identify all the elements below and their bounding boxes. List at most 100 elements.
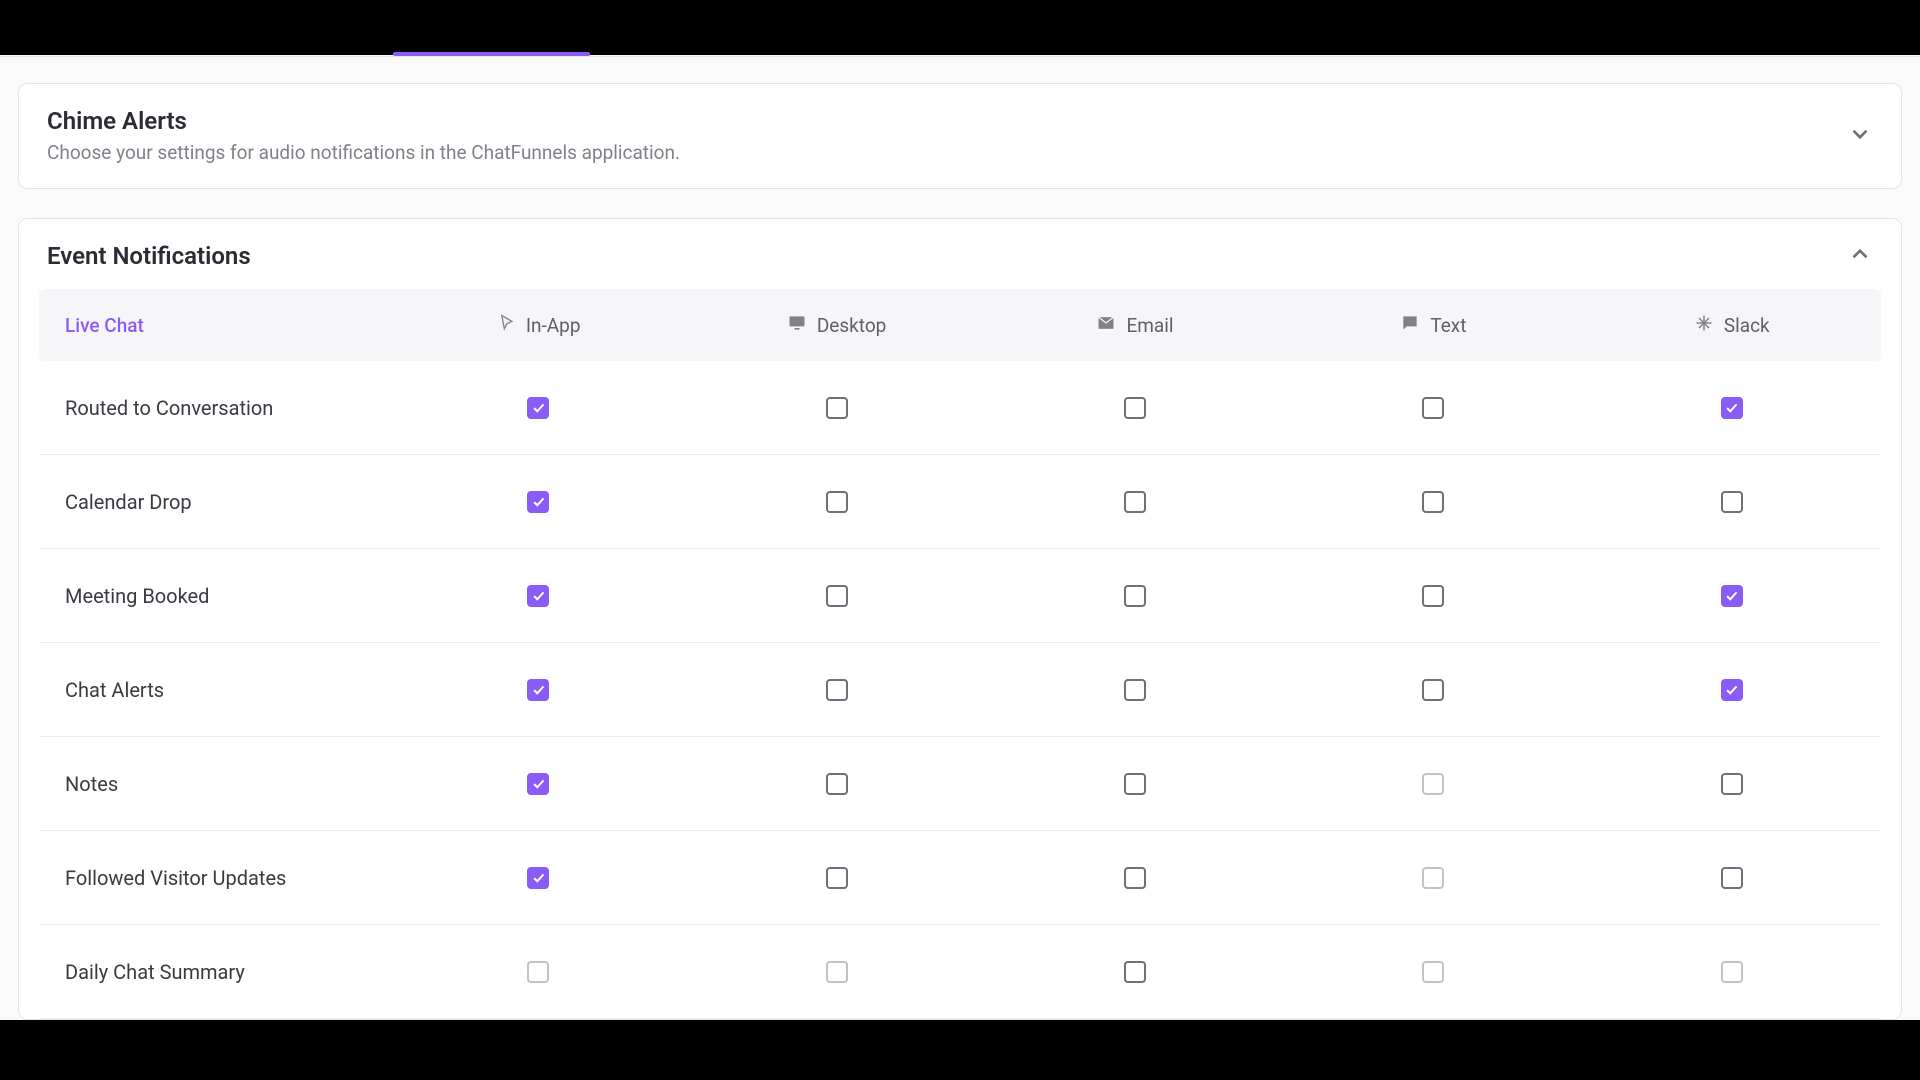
checkbox-inapp: [527, 961, 549, 983]
column-head-label: Slack: [1724, 314, 1770, 337]
checkbox-desktop[interactable]: [826, 491, 848, 513]
checkbox-email[interactable]: [1124, 961, 1146, 983]
checkbox-slack[interactable]: [1721, 585, 1743, 607]
checkbox-cell: [986, 679, 1284, 701]
table-row: Meeting Booked: [39, 549, 1881, 643]
checkbox-slack[interactable]: [1721, 679, 1743, 701]
checkbox-cell: [687, 773, 985, 795]
checkbox-desktop[interactable]: [826, 773, 848, 795]
checkbox-slack[interactable]: [1721, 867, 1743, 889]
event-notifications-card: Event Notifications Live Chat In-App: [18, 218, 1902, 1020]
checkbox-cell: [986, 491, 1284, 513]
chevron-down-icon[interactable]: [1847, 121, 1873, 151]
column-head-label: Desktop: [817, 314, 887, 337]
checkbox-cell: [1284, 679, 1582, 701]
checkbox-cell: [1583, 585, 1881, 607]
chat-icon: [1400, 313, 1420, 338]
checkbox-cell: [389, 679, 687, 701]
checkbox-cell: [389, 397, 687, 419]
checkbox-text: [1422, 773, 1444, 795]
checkbox-slack[interactable]: [1721, 397, 1743, 419]
checkbox-email[interactable]: [1124, 773, 1146, 795]
checkbox-cell: [986, 397, 1284, 419]
checkbox-cell: [1583, 491, 1881, 513]
table-row: Chat Alerts: [39, 643, 1881, 737]
checkbox-desktop[interactable]: [826, 867, 848, 889]
column-head-email: Email: [986, 313, 1284, 338]
table-row: Daily Chat Summary: [39, 925, 1881, 1019]
checkbox-cell: [1284, 397, 1582, 419]
checkbox-desktop[interactable]: [826, 679, 848, 701]
email-icon: [1096, 313, 1116, 338]
checkbox-text: [1422, 961, 1444, 983]
row-label: Notes: [39, 772, 389, 796]
checkbox-text[interactable]: [1422, 585, 1444, 607]
row-label: Daily Chat Summary: [39, 960, 389, 984]
checkbox-text[interactable]: [1422, 491, 1444, 513]
checkbox-cell: [986, 585, 1284, 607]
column-head-label: Email: [1126, 314, 1173, 337]
checkbox-cell: [1583, 773, 1881, 795]
checkbox-inapp[interactable]: [527, 491, 549, 513]
checkbox-email[interactable]: [1124, 397, 1146, 419]
section-label-live-chat: Live Chat: [39, 314, 389, 337]
checkbox-slack[interactable]: [1721, 491, 1743, 513]
checkbox-desktop[interactable]: [826, 585, 848, 607]
checkbox-desktop: [826, 961, 848, 983]
checkbox-text[interactable]: [1422, 397, 1444, 419]
checkbox-email[interactable]: [1124, 585, 1146, 607]
row-label: Routed to Conversation: [39, 396, 389, 420]
checkbox-cell: [1583, 679, 1881, 701]
column-head-label: In-App: [526, 314, 581, 337]
checkbox-email[interactable]: [1124, 679, 1146, 701]
checkbox-cell: [986, 961, 1284, 983]
chime-alerts-title: Chime Alerts: [47, 108, 680, 136]
checkbox-cell: [1583, 397, 1881, 419]
checkbox-cell: [1284, 961, 1582, 983]
checkbox-inapp[interactable]: [527, 867, 549, 889]
checkbox-cell: [687, 397, 985, 419]
column-head-text: Text: [1284, 313, 1582, 338]
checkbox-cell: [389, 867, 687, 889]
chime-alerts-card[interactable]: Chime Alerts Choose your settings for au…: [18, 83, 1902, 189]
checkbox-cell: [1583, 867, 1881, 889]
notifications-table-header: Live Chat In-App Desktop: [39, 289, 1881, 361]
checkbox-inapp[interactable]: [527, 773, 549, 795]
chevron-up-icon[interactable]: [1847, 241, 1873, 271]
checkbox-cell: [1284, 773, 1582, 795]
checkbox-cell: [687, 491, 985, 513]
row-label: Calendar Drop: [39, 490, 389, 514]
cursor-icon: [496, 313, 516, 338]
checkbox-inapp[interactable]: [527, 679, 549, 701]
checkbox-text[interactable]: [1422, 679, 1444, 701]
checkbox-cell: [389, 491, 687, 513]
event-notifications-title: Event Notifications: [47, 242, 251, 270]
checkbox-cell: [687, 961, 985, 983]
checkbox-slack[interactable]: [1721, 773, 1743, 795]
checkbox-cell: [687, 585, 985, 607]
row-label: Meeting Booked: [39, 584, 389, 608]
column-head-desktop: Desktop: [687, 313, 985, 338]
checkbox-email[interactable]: [1124, 491, 1146, 513]
checkbox-inapp[interactable]: [527, 585, 549, 607]
monitor-icon: [787, 313, 807, 338]
table-row: Notes: [39, 737, 1881, 831]
checkbox-cell: [687, 867, 985, 889]
checkbox-cell: [1284, 867, 1582, 889]
checkbox-email[interactable]: [1124, 867, 1146, 889]
checkbox-cell: [389, 585, 687, 607]
column-head-label: Text: [1430, 314, 1466, 337]
checkbox-text: [1422, 867, 1444, 889]
checkbox-cell: [1284, 491, 1582, 513]
checkbox-cell: [986, 867, 1284, 889]
checkbox-desktop[interactable]: [826, 397, 848, 419]
table-row: Routed to Conversation: [39, 361, 1881, 455]
table-row: Calendar Drop: [39, 455, 1881, 549]
checkbox-cell: [389, 961, 687, 983]
chime-alerts-subtitle: Choose your settings for audio notificat…: [47, 141, 680, 164]
checkbox-inapp[interactable]: [527, 397, 549, 419]
checkbox-slack: [1721, 961, 1743, 983]
row-label: Followed Visitor Updates: [39, 866, 389, 890]
row-label: Chat Alerts: [39, 678, 389, 702]
top-divider: [0, 56, 1920, 57]
